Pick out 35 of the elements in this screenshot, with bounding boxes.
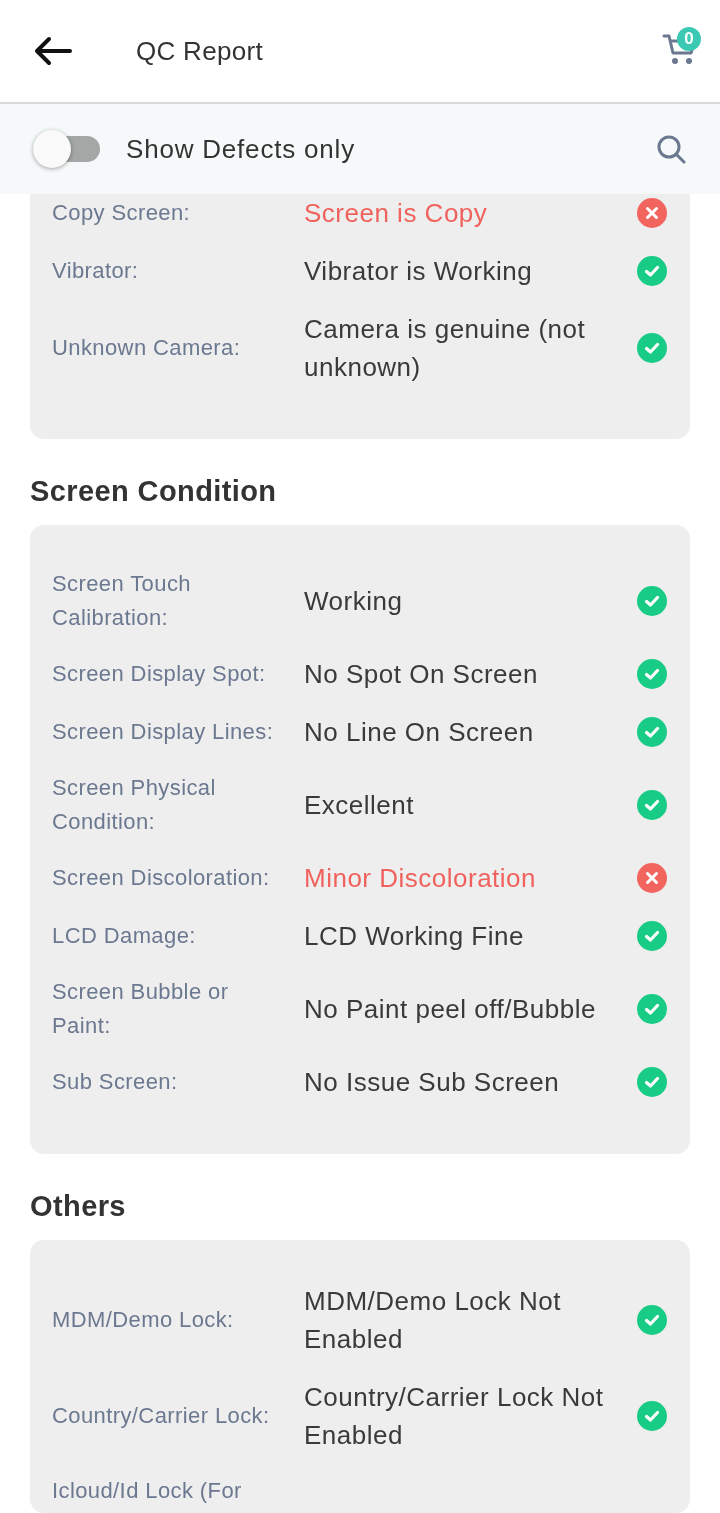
toggle-switch[interactable] [33, 130, 100, 168]
test-label: MDM/Demo Lock: [52, 1306, 234, 1334]
result-value: MDM/Demo Lock Not Enabled [304, 1285, 562, 1356]
test-label: Screen Physical Condition: [52, 774, 217, 836]
section-title: Screen Condition [30, 474, 277, 509]
result-value: Vibrator is Working [304, 255, 533, 288]
test-label: Screen Bubble or Paint: [52, 978, 230, 1040]
result-value: No Paint peel off/Bubble [304, 993, 596, 1026]
result-value: Camera is genuine (not unknown) [304, 313, 587, 384]
test-label: LCD Damage: [52, 922, 196, 950]
result-value: Working [304, 585, 403, 618]
test-label: Screen Touch Calibration: [52, 570, 192, 632]
result-value: Screen is Copy [304, 197, 488, 230]
test-label: Country/Carrier Lock: [52, 1402, 270, 1430]
cart-count-badge: 0 [677, 27, 701, 51]
test-label: Sub Screen: [52, 1068, 178, 1096]
page-title: QC Report [136, 35, 263, 67]
search-icon[interactable] [656, 134, 686, 164]
result-value: Excellent [304, 789, 414, 822]
result-value: Country/Carrier Lock Not Enabled [304, 1381, 605, 1452]
result-value: No Line On Screen [304, 716, 534, 749]
test-label: Unknown Camera: [52, 334, 241, 362]
test-label: Icloud/Id Lock (For [52, 1477, 242, 1505]
result-value: No Spot On Screen [304, 658, 538, 691]
back-arrow-icon[interactable] [32, 36, 72, 66]
result-value: Minor Discoloration [304, 862, 537, 895]
result-value: No Issue Sub Screen [304, 1066, 560, 1099]
result-value: LCD Working Fine [304, 920, 524, 953]
test-label: Copy Screen: [52, 199, 191, 227]
test-label: Screen Discoloration: [52, 864, 270, 892]
test-label: Screen Display Lines: [52, 718, 274, 746]
toggle-label: Show Defects only [126, 133, 355, 165]
section-title: Others [30, 1189, 126, 1224]
test-label: Screen Display Spot: [52, 660, 266, 688]
test-label: Vibrator: [52, 257, 139, 285]
